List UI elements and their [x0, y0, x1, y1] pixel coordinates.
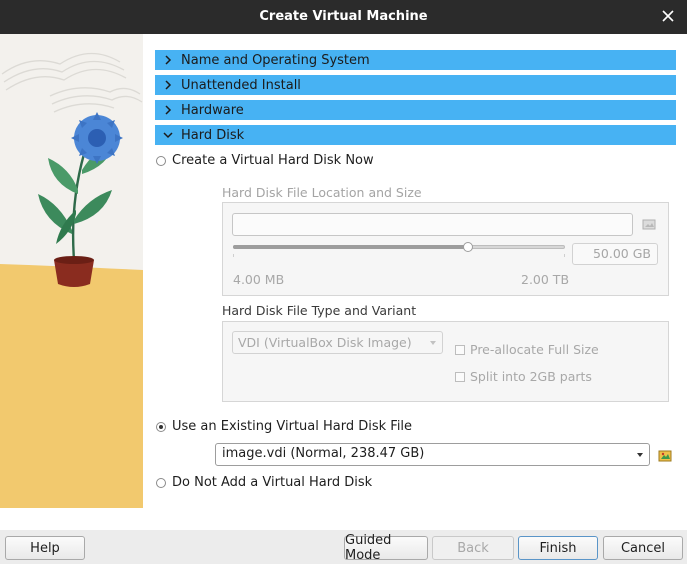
- location-group-label: Hard Disk File Location and Size: [222, 185, 422, 200]
- section-label: Unattended Install: [181, 77, 301, 93]
- size-max-label: 2.00 TB: [521, 272, 570, 287]
- button-bar: Help Guided Mode Back Finish Cancel: [0, 530, 687, 564]
- section-hard-disk[interactable]: Hard Disk: [155, 125, 676, 145]
- radio-indicator: [156, 477, 166, 488]
- existing-disk-value: image.vdi (Normal, 238.47 GB): [222, 446, 425, 461]
- finish-button[interactable]: Finish: [518, 536, 598, 560]
- chevron-right-icon: [155, 100, 181, 120]
- create-new-disk-label: Create a Virtual Hard Disk Now: [172, 153, 374, 168]
- size-min-label: 4.00 MB: [233, 272, 285, 287]
- folder-browse-icon[interactable]: [641, 216, 657, 232]
- section-name-and-os[interactable]: Name and Operating System: [155, 50, 676, 70]
- chevron-down-icon: [155, 125, 181, 145]
- no-disk-radio[interactable]: Do Not Add a Virtual Hard Disk: [156, 475, 372, 490]
- choose-disk-file-icon[interactable]: [657, 447, 673, 463]
- split-2gb-checkbox[interactable]: Split into 2GB parts: [455, 369, 592, 384]
- section-unattended-install[interactable]: Unattended Install: [155, 75, 676, 95]
- section-label: Name and Operating System: [181, 52, 370, 68]
- chevron-down-icon: [637, 453, 643, 457]
- section-label: Hardware: [181, 102, 244, 118]
- wizard-illustration: [0, 34, 143, 508]
- section-hardware[interactable]: Hardware: [155, 100, 676, 120]
- checkbox-indicator: [455, 371, 465, 382]
- cancel-button[interactable]: Cancel: [603, 536, 683, 560]
- chevron-right-icon: [155, 75, 181, 95]
- type-variant-frame: VDI (VirtualBox Disk Image) Pre-allocate…: [222, 321, 669, 402]
- type-group-label: Hard Disk File Type and Variant: [222, 303, 417, 318]
- help-button[interactable]: Help: [5, 536, 85, 560]
- slider-tick: [564, 254, 565, 257]
- title-bar: Create Virtual Machine: [0, 0, 687, 34]
- disk-location-field[interactable]: [232, 213, 633, 236]
- radio-indicator: [156, 155, 166, 166]
- disk-size-slider-handle[interactable]: [463, 242, 473, 252]
- use-existing-disk-radio[interactable]: Use an Existing Virtual Hard Disk File: [156, 419, 412, 434]
- chevron-down-icon: [430, 341, 436, 345]
- guided-mode-button[interactable]: Guided Mode: [344, 533, 428, 563]
- no-disk-label: Do Not Add a Virtual Hard Disk: [172, 475, 373, 490]
- preallocate-checkbox[interactable]: Pre-allocate Full Size: [455, 342, 599, 357]
- chevron-right-icon: [155, 50, 181, 70]
- checkbox-indicator: [455, 344, 465, 355]
- existing-disk-select[interactable]: image.vdi (Normal, 238.47 GB): [215, 443, 650, 466]
- radio-indicator: [156, 421, 166, 432]
- split-2gb-label: Split into 2GB parts: [470, 369, 592, 384]
- window-title: Create Virtual Machine: [259, 9, 428, 24]
- close-icon[interactable]: [657, 5, 679, 27]
- disk-size-input[interactable]: 50.00 GB: [572, 243, 658, 265]
- create-new-disk-radio[interactable]: Create a Virtual Hard Disk Now: [156, 153, 374, 168]
- wizard-content: Name and Operating System Unattended Ins…: [0, 34, 687, 530]
- preallocate-label: Pre-allocate Full Size: [470, 342, 599, 357]
- disk-format-value: VDI (VirtualBox Disk Image): [238, 335, 412, 350]
- section-label: Hard Disk: [181, 127, 245, 143]
- use-existing-disk-label: Use an Existing Virtual Hard Disk File: [172, 419, 413, 434]
- location-size-frame: 50.00 GB 4.00 MB 2.00 TB: [222, 202, 669, 296]
- disk-format-select[interactable]: VDI (VirtualBox Disk Image): [232, 331, 443, 354]
- slider-tick: [233, 254, 234, 257]
- back-button[interactable]: Back: [432, 536, 514, 560]
- disk-size-slider-fill: [233, 245, 468, 249]
